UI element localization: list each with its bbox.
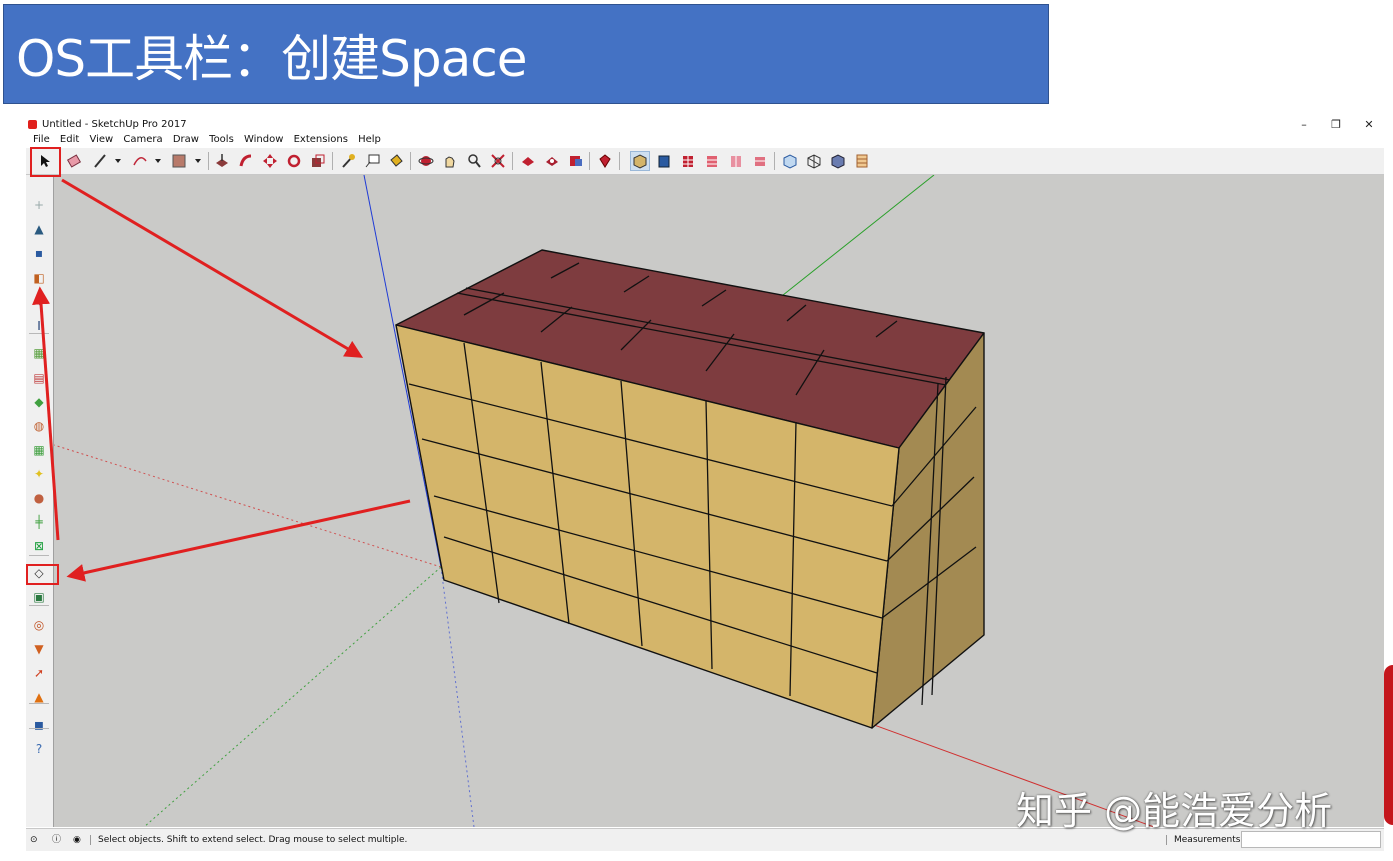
arrow-to-create-space — [66, 499, 411, 582]
arrow-to-model-top — [61, 178, 364, 358]
edge-logo-fragment — [1384, 665, 1393, 825]
watermark: 知乎 @能浩爱分析 — [1016, 789, 1333, 833]
annotation-arrows — [32, 178, 411, 582]
arrow-up-toolbar — [32, 286, 60, 541]
